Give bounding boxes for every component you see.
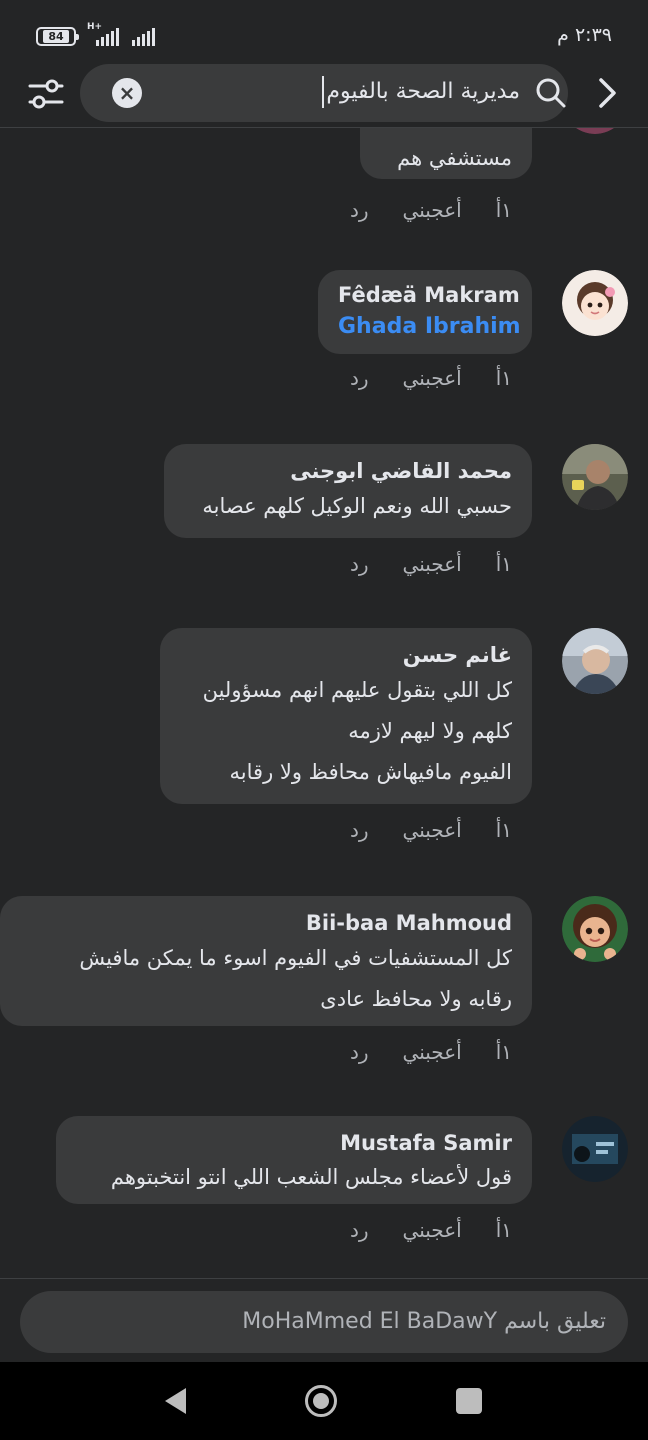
nav-home-icon[interactable] [304,1384,338,1418]
like-button[interactable]: أعجبني [403,198,462,222]
reply-button[interactable]: رد [350,1218,369,1242]
like-button[interactable]: أعجبني [403,818,462,842]
nav-back-icon[interactable] [162,1386,190,1416]
comment-composer: تعليق باسم MoHaMmed El BaDawY [0,1278,648,1362]
comment-text: مستشفي هم [397,146,512,170]
comment-actions: ١أ أعجبني رد [350,818,512,842]
avatar[interactable] [562,628,628,694]
like-button[interactable]: أعجبني [403,1040,462,1064]
back-icon[interactable] [592,76,622,110]
comment-time: ١أ [495,818,512,842]
search-box[interactable]: × مديرية الصحة بالفيوم [80,64,568,122]
comment-actions: ١أ أعجبني رد [350,198,512,222]
nav-recent-apps-icon[interactable] [456,1388,482,1414]
comment-text: كل اللي بتقول عليهم انهم مسؤولين [202,678,512,702]
status-bar: 84 H+ ٢:٣٩ م [0,0,648,64]
reply-button[interactable]: رد [350,198,369,222]
search-header: × مديرية الصحة بالفيوم [0,64,648,128]
clock: ٢:٣٩ م [557,24,612,46]
comment-author[interactable]: Bii-baa Mahmoud [20,908,512,938]
comment-input[interactable]: تعليق باسم MoHaMmed El BaDawY [20,1291,628,1353]
reply-button[interactable]: رد [350,552,369,576]
comment-text: كلهم ولا ليهم لازمه [348,719,512,743]
comment-time: ١أ [495,198,512,222]
comment-author[interactable]: Mustafa Samir [76,1128,512,1158]
comment-actions: ١أ أعجبني رد [350,552,512,576]
comment-time: ١أ [495,366,512,390]
comment-time: ١أ [495,1040,512,1064]
comment-bubble[interactable]: Bii-baa Mahmoud كل المستشفيات في الفيوم … [0,896,532,1026]
navigation-bar [0,1362,648,1440]
comments-list: مستشفي هم ١أ أعجبني رد Fêdæä Makram Ghad… [0,128,648,1278]
comment-text: قول لأعضاء مجلس الشعب اللي انتو انتخبتوه… [110,1165,512,1189]
mention-link[interactable]: Ghada Ibrahim [338,310,521,344]
battery-icon: 84 [36,27,79,46]
comment-time: ١أ [495,552,512,576]
comment-bubble[interactable]: Mustafa Samir قول لأعضاء مجلس الشعب اللي… [56,1116,532,1204]
filter-icon[interactable] [26,78,66,110]
comment-actions: ١أ أعجبني رد [350,1040,512,1064]
comment-bubble[interactable]: غانم حسن كل اللي بتقول عليهم انهم مسؤولي… [160,628,532,804]
reply-button[interactable]: رد [350,818,369,842]
comment-bubble[interactable]: محمد القاضي ابوجنى حسبي الله ونعم الوكيل… [164,444,532,538]
comment-author[interactable]: غانم حسن [180,640,512,670]
comment-text: الفيوم مافيهاش محافظ ولا رقابه [229,760,512,784]
comment-text: كل المستشفيات في الفيوم اسوء ما يمكن ماف… [79,946,512,970]
search-icon[interactable] [534,76,568,110]
comment-text: رقابه ولا محافظ عادى [320,987,512,1011]
comment-time: ١أ [495,1218,512,1242]
comment-bubble[interactable]: مستشفي هم [360,128,532,179]
like-button[interactable]: أعجبني [403,1218,462,1242]
avatar[interactable] [562,896,628,962]
battery-level: 84 [43,30,69,43]
like-button[interactable]: أعجبني [403,552,462,576]
comment-author[interactable]: محمد القاضي ابوجنى [184,456,512,486]
avatar[interactable] [562,1116,628,1182]
signal-icon [132,26,155,46]
comment-bubble[interactable]: Fêdæä Makram Ghada Ibrahim [318,270,532,354]
comment-actions: ١أ أعجبني رد [350,1218,512,1242]
like-button[interactable]: أعجبني [403,366,462,390]
clear-search-icon[interactable]: × [112,78,142,108]
comment-actions: ١أ أعجبني رد [350,366,512,390]
signal-icon [96,26,119,46]
reply-button[interactable]: رد [350,366,369,390]
comment-text: حسبي الله ونعم الوكيل كلهم عصابه [202,494,512,518]
reply-button[interactable]: رد [350,1040,369,1064]
comment-author[interactable]: Fêdæä Makram [338,280,520,310]
avatar[interactable] [562,444,628,510]
avatar[interactable] [562,270,628,336]
search-input[interactable]: مديرية الصحة بالفيوم [322,76,520,108]
avatar[interactable] [562,128,628,134]
